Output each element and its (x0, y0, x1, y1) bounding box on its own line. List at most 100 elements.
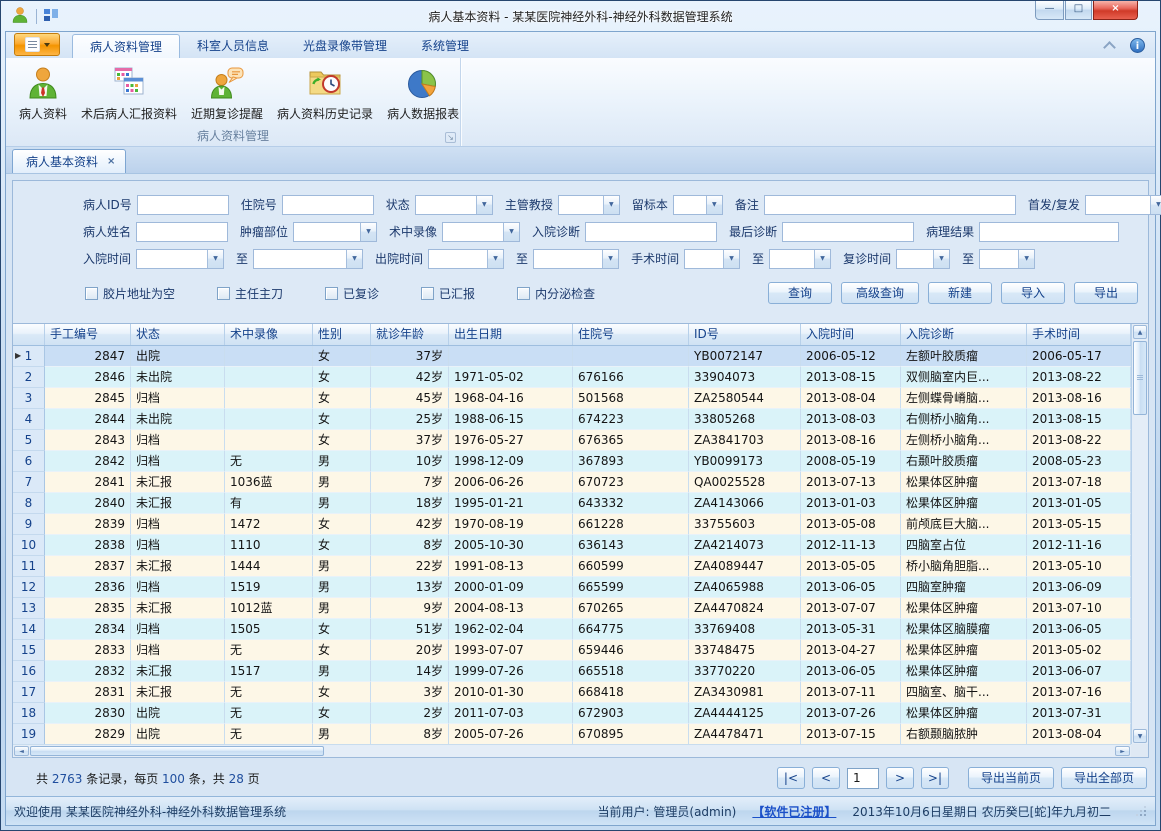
grid-column-header[interactable]: 手工编号 (45, 324, 131, 345)
filter-select[interactable]: ▼ (428, 249, 504, 269)
filter-input[interactable] (137, 195, 229, 215)
checkbox-box[interactable] (517, 287, 530, 300)
table-row[interactable]: 152833归档无女20岁1993-07-0765944633748475201… (13, 640, 1131, 661)
scroll-up-icon[interactable]: ▲ (1133, 325, 1147, 339)
table-row[interactable]: 142834归档1505女51岁1962-02-0466477533769408… (13, 619, 1131, 640)
action-button[interactable]: 高级查询 (841, 282, 919, 304)
dropdown-arrow-icon[interactable]: ▼ (476, 196, 492, 214)
dropdown-arrow-icon[interactable]: ▼ (346, 250, 362, 268)
dropdown-arrow-icon[interactable]: ▼ (503, 223, 519, 241)
table-row[interactable]: 172831未汇报无女3岁2010-01-30668418ZA343098120… (13, 682, 1131, 703)
filter-select[interactable]: ▼ (533, 249, 619, 269)
horizontal-scrollbar[interactable]: ◄ ► (13, 744, 1131, 757)
table-row[interactable]: 162832未汇报1517男14岁1999-07-266655183377022… (13, 661, 1131, 682)
filter-checkbox[interactable]: 已汇报 (421, 285, 475, 302)
checkbox-box[interactable] (325, 287, 338, 300)
tab-patient-basic-info[interactable]: 病人基本资料 × (12, 149, 126, 173)
export-current-page-button[interactable]: 导出当前页 (968, 767, 1054, 789)
table-row[interactable]: 132835未汇报1012蓝男9岁2004-08-13670265ZA44708… (13, 598, 1131, 619)
filter-input[interactable] (979, 222, 1119, 242)
filter-select[interactable]: ▼ (896, 249, 950, 269)
filter-select[interactable]: ▼ (684, 249, 740, 269)
minimize-button[interactable]: — (1035, 1, 1064, 20)
ribbon-tab[interactable]: 科室人员信息 (180, 35, 286, 58)
table-row[interactable]: 22846未出院女42岁1971-05-02676166339040732013… (13, 367, 1131, 388)
filter-checkbox[interactable]: 胶片地址为空 (85, 285, 175, 302)
filter-select[interactable]: ▼ (673, 195, 723, 215)
filter-select[interactable]: ▼ (1085, 195, 1161, 215)
page-number-input[interactable]: 1 (847, 768, 879, 789)
table-row[interactable]: 62842归档无男10岁1998-12-09367893YB0099173200… (13, 451, 1131, 472)
app-menu-button[interactable] (14, 33, 60, 56)
table-row[interactable]: 72841未汇报1036蓝男7岁2006-06-26670723QA002552… (13, 472, 1131, 493)
filter-checkbox[interactable]: 主任主刀 (217, 285, 283, 302)
action-button[interactable]: 查询 (768, 282, 832, 304)
filter-input[interactable] (764, 195, 1016, 215)
dropdown-arrow-icon[interactable]: ▼ (1150, 196, 1161, 214)
table-row[interactable]: 112837未汇报1444男22岁1991-08-13660599ZA40894… (13, 556, 1131, 577)
action-button[interactable]: 新建 (928, 282, 992, 304)
vertical-scroll-thumb[interactable] (1133, 341, 1147, 415)
dropdown-arrow-icon[interactable]: ▼ (706, 196, 722, 214)
dropdown-arrow-icon[interactable]: ▼ (933, 250, 949, 268)
checkbox-box[interactable] (217, 287, 230, 300)
ribbon-item-postop-report[interactable]: 术后病人汇报资料 (74, 62, 184, 124)
dropdown-arrow-icon[interactable]: ▼ (814, 250, 830, 268)
table-row[interactable]: 42844未出院女25岁1988-06-15674223338052682013… (13, 409, 1131, 430)
ribbon-item-data-report[interactable]: 病人数据报表 (380, 62, 466, 124)
scroll-down-icon[interactable]: ▼ (1133, 729, 1147, 743)
table-row[interactable]: 192829出院无男8岁2005-07-26670895ZA4478471201… (13, 724, 1131, 744)
table-row[interactable]: 122836归档1519男13岁2000-01-09665599ZA406598… (13, 577, 1131, 598)
dropdown-arrow-icon[interactable]: ▼ (603, 196, 619, 214)
grid-column-header[interactable]: 入院诊断 (901, 324, 1027, 345)
grid-column-header[interactable]: 出生日期 (449, 324, 573, 345)
first-page-button[interactable]: |< (777, 767, 805, 789)
filter-checkbox[interactable]: 已复诊 (325, 285, 379, 302)
grid-column-header[interactable]: 性别 (313, 324, 371, 345)
checkbox-box[interactable] (85, 287, 98, 300)
ribbon-tab[interactable]: 系统管理 (404, 35, 486, 58)
grid-column-header[interactable]: 状态 (131, 324, 225, 345)
table-row[interactable]: 92839归档1472女42岁1970-08-19661228337556032… (13, 514, 1131, 535)
filter-input[interactable] (136, 222, 228, 242)
software-registered-link[interactable]: 【软件已注册】 (752, 803, 836, 820)
table-row[interactable]: 32845归档女45岁1968-04-16501568ZA25805442013… (13, 388, 1131, 409)
grid-column-header[interactable]: ID号 (689, 324, 801, 345)
grid-column-header[interactable]: 入院时间 (801, 324, 901, 345)
grid-column-header[interactable]: 就诊年龄 (371, 324, 449, 345)
tab-close-icon[interactable]: × (107, 156, 115, 167)
prev-page-button[interactable]: < (812, 767, 840, 789)
table-row[interactable]: ▶12847出院女37岁YB00721472006-05-12左额叶胶质瘤200… (13, 346, 1131, 367)
action-button[interactable]: 导出 (1074, 282, 1138, 304)
ribbon-tab[interactable]: 光盘录像带管理 (286, 35, 404, 58)
table-row[interactable]: 52843归档女37岁1976-05-27676365ZA38417032013… (13, 430, 1131, 451)
horizontal-scroll-thumb[interactable] (30, 746, 324, 756)
dropdown-arrow-icon[interactable]: ▼ (602, 250, 618, 268)
ribbon-tab[interactable]: 病人资料管理 (72, 34, 180, 58)
action-button[interactable]: 导入 (1001, 282, 1065, 304)
dialog-launcher-icon[interactable]: ↘ (445, 132, 456, 143)
close-button[interactable]: × (1093, 1, 1138, 20)
filter-select[interactable]: ▼ (136, 249, 224, 269)
grid-column-header[interactable]: 住院号 (573, 324, 689, 345)
export-all-pages-button[interactable]: 导出全部页 (1061, 767, 1147, 789)
table-row[interactable]: 102838归档1110女8岁2005-10-30636143ZA4214073… (13, 535, 1131, 556)
scroll-left-icon[interactable]: ◄ (14, 746, 29, 756)
dropdown-arrow-icon[interactable]: ▼ (723, 250, 739, 268)
dropdown-arrow-icon[interactable]: ▼ (487, 250, 503, 268)
ribbon-item-history-record[interactable]: 病人资料历史记录 (270, 62, 380, 124)
next-page-button[interactable]: > (886, 767, 914, 789)
grid-column-header[interactable]: 手术时间 (1027, 324, 1131, 345)
dropdown-arrow-icon[interactable]: ▼ (207, 250, 223, 268)
vertical-scrollbar[interactable]: ▲ ▼ (1131, 324, 1148, 744)
filter-select[interactable]: ▼ (979, 249, 1035, 269)
checkbox-box[interactable] (421, 287, 434, 300)
filter-select[interactable]: ▼ (253, 249, 363, 269)
filter-select[interactable]: ▼ (415, 195, 493, 215)
help-info-icon[interactable]: i (1130, 38, 1145, 53)
scroll-right-icon[interactable]: ► (1115, 746, 1130, 756)
ribbon-item-patient-info[interactable]: 病人资料 (12, 62, 74, 124)
dropdown-arrow-icon[interactable]: ▼ (360, 223, 376, 241)
grid-column-header[interactable]: 术中录像 (225, 324, 313, 345)
resize-grip-icon[interactable] (1135, 805, 1147, 817)
